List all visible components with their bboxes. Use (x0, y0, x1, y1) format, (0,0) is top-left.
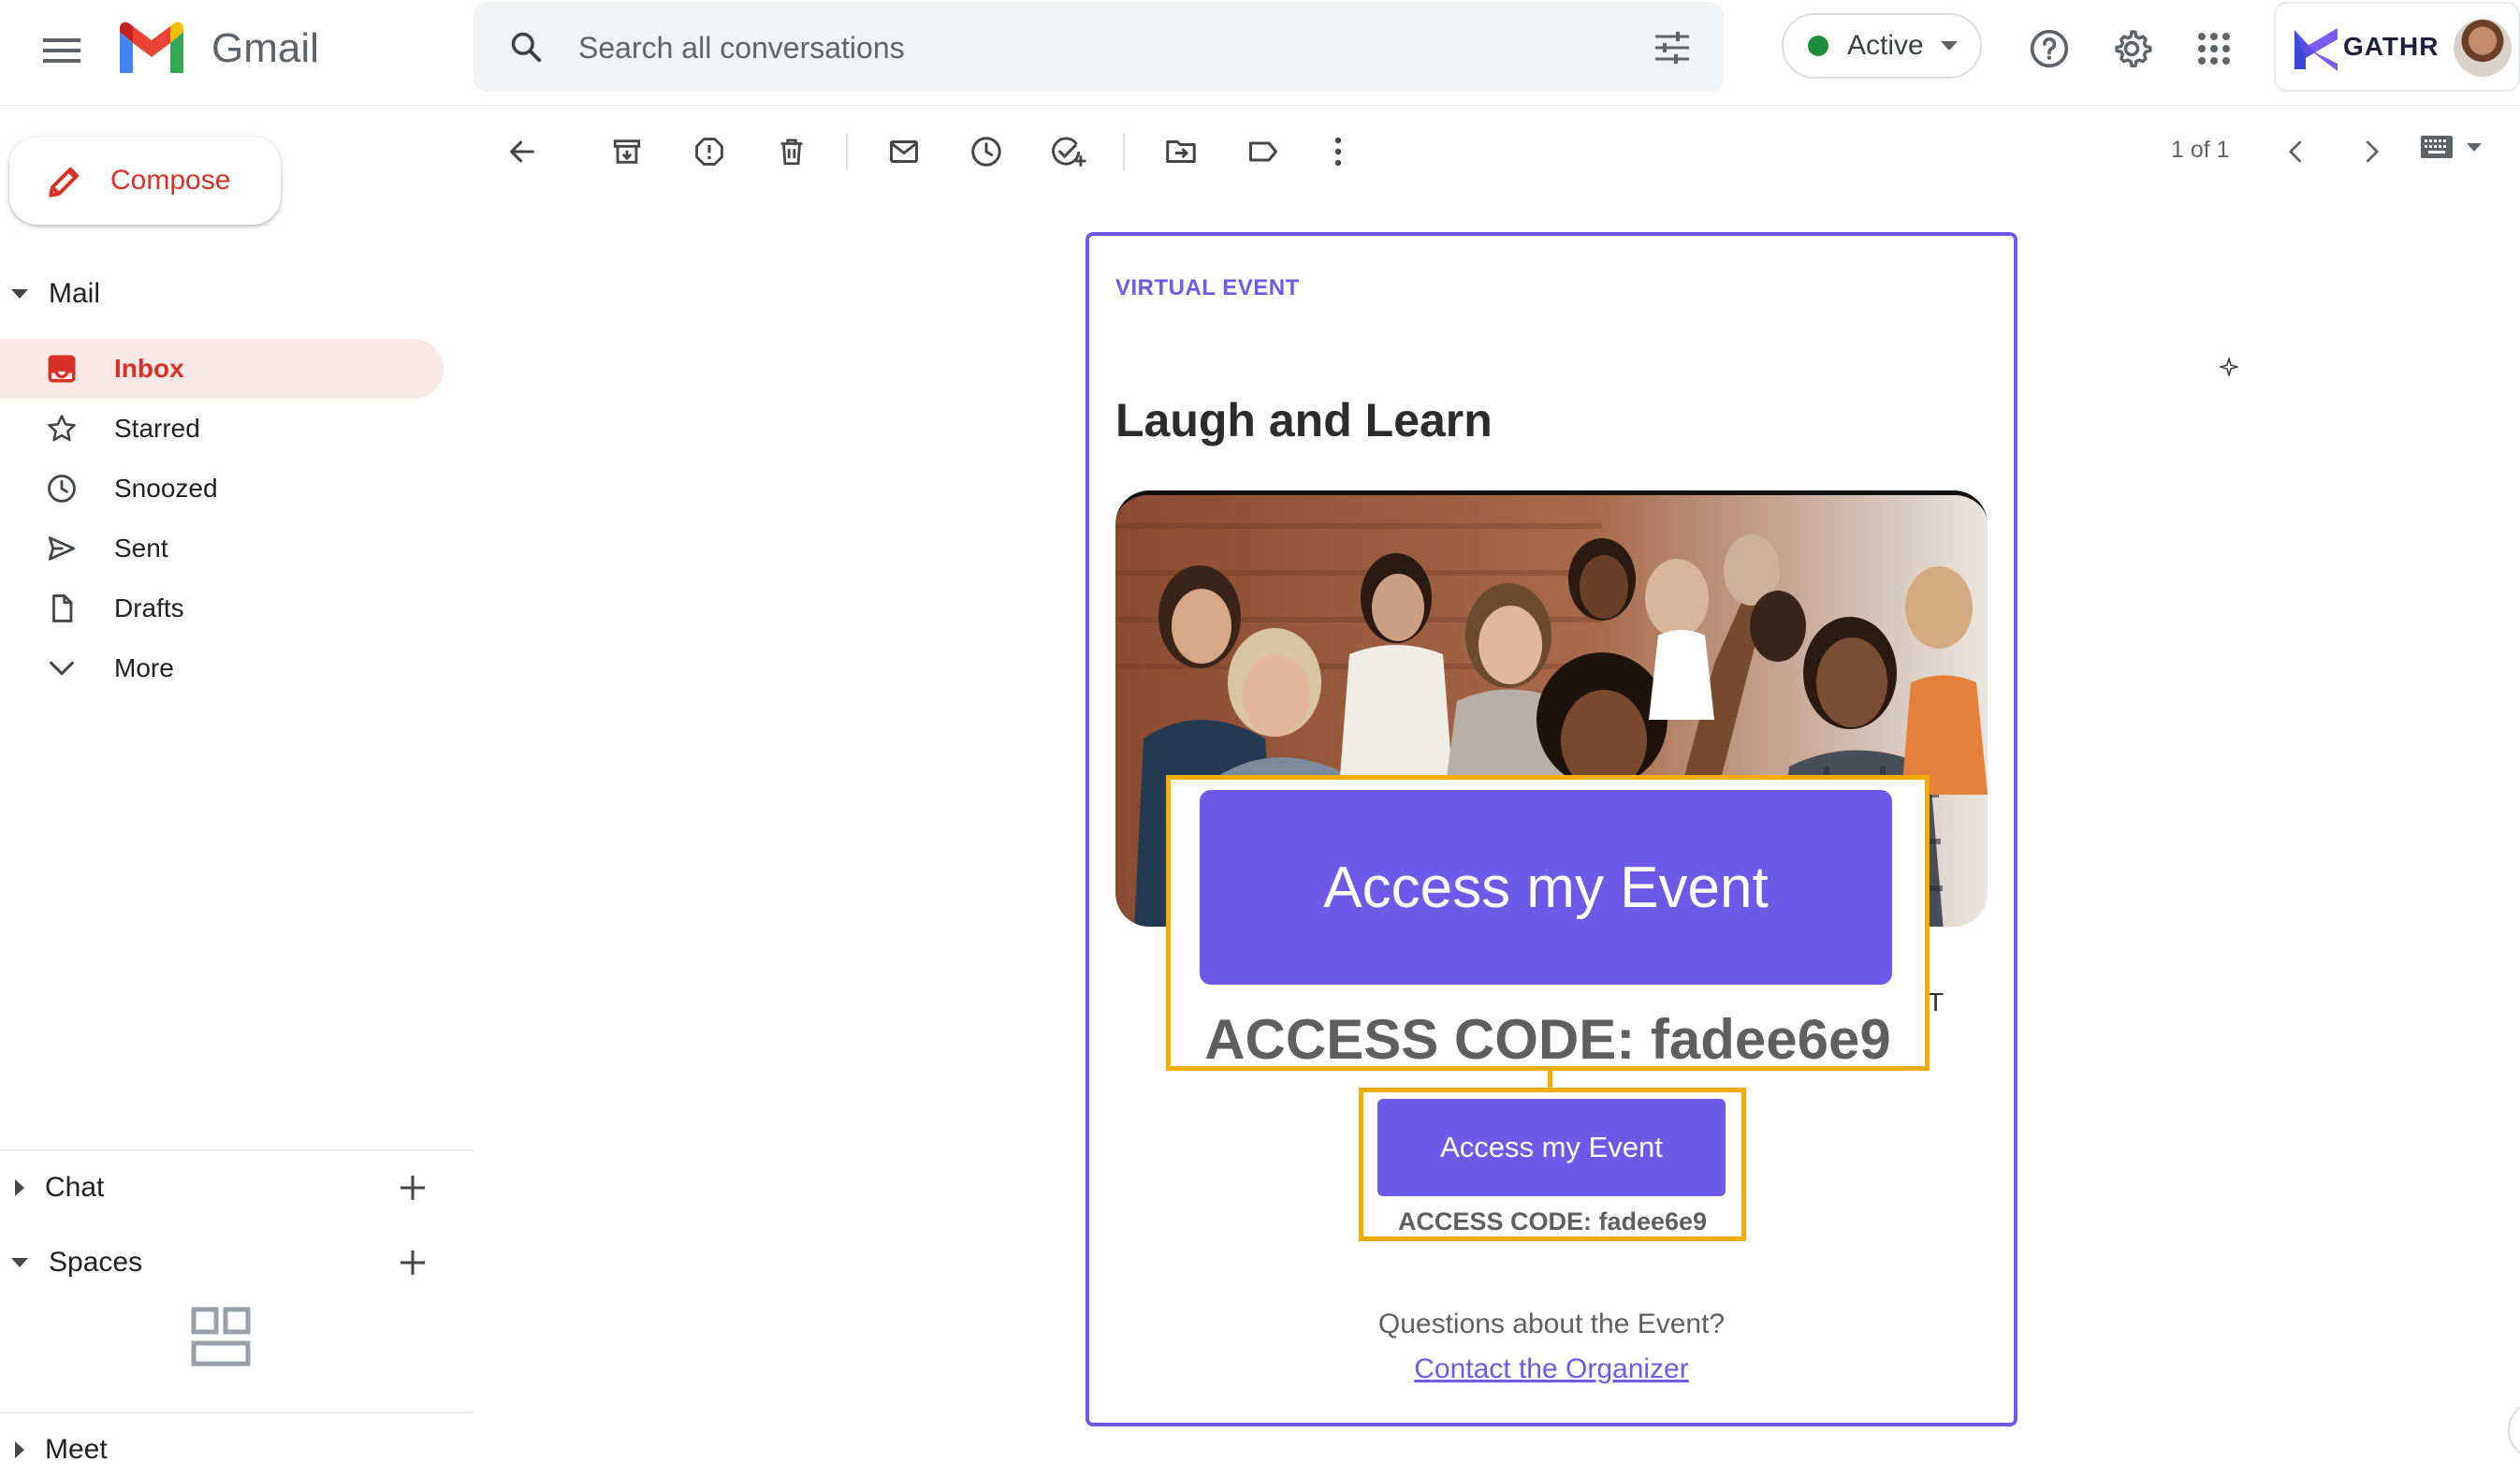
report-spam-icon[interactable] (685, 127, 734, 176)
send-icon (43, 530, 80, 567)
sidebar-item-inbox[interactable]: Inbox (0, 339, 444, 399)
sidebar-item-sent[interactable]: Sent (0, 519, 444, 578)
account-brand: GATHR (2343, 32, 2440, 61)
sidebar-item-label: Drafts (114, 593, 184, 622)
sidebar-item-label: Sent (114, 534, 168, 563)
add-task-icon[interactable] (1044, 127, 1093, 176)
sidebar-item-starred[interactable]: Starred (0, 399, 444, 459)
caret-down-icon (11, 1258, 28, 1267)
sidebar-divider (0, 1411, 473, 1413)
spaces-section-label: Spaces (49, 1247, 143, 1278)
event-type-label: VIRTUAL EVENT (1115, 275, 1300, 300)
help-icon[interactable] (2023, 22, 2076, 75)
toolbar-separator (846, 133, 848, 170)
sidebar-item-more[interactable]: More (0, 638, 444, 698)
pencil-icon (43, 158, 88, 203)
meet-section-toggle[interactable]: Meet (0, 1426, 108, 1473)
more-vert-icon[interactable] (1314, 127, 1362, 176)
menu-icon[interactable] (32, 21, 92, 80)
keyboard-icon[interactable] (2420, 135, 2482, 159)
gmail-logo-icon[interactable] (116, 21, 187, 77)
inbox-icon (43, 350, 80, 388)
move-to-icon[interactable] (1157, 127, 1205, 176)
back-arrow-icon[interactable] (498, 127, 546, 176)
access-event-button-zoomed[interactable]: Access my Event (1200, 790, 1892, 985)
sidebar-item-label: More (114, 653, 174, 682)
status-dot (1808, 36, 1828, 56)
questions-text: Questions about the Event? (1377, 1309, 1726, 1339)
spaces-empty-icon (191, 1307, 251, 1367)
meet-section-label: Meet (45, 1434, 108, 1465)
new-space-plus-icon[interactable] (389, 1239, 436, 1286)
access-code-zoomed: ACCESS CODE: fadee6e9 (1204, 1008, 1891, 1071)
side-panel-toggle[interactable] (2508, 1400, 2520, 1460)
compose-button[interactable]: Compose (9, 137, 281, 225)
caret-down-icon (2467, 142, 2482, 152)
caret-down-icon (1940, 41, 1958, 51)
snooze-icon[interactable] (962, 127, 1011, 176)
access-event-button[interactable]: Access my Event (1377, 1099, 1726, 1196)
delete-icon[interactable] (767, 127, 816, 176)
star-icon (43, 410, 80, 447)
archive-icon[interactable] (603, 127, 651, 176)
filter-options-icon[interactable] (1649, 24, 1696, 71)
chat-section-toggle[interactable]: Chat (0, 1164, 449, 1211)
mail-section-label: Mail (49, 278, 101, 309)
gathr-logo-icon (2293, 26, 2339, 73)
partial-text: T (1928, 987, 1945, 1016)
access-code: ACCESS CODE: fadee6e9 (1397, 1207, 1708, 1236)
mail-section-toggle[interactable]: Mail (0, 271, 100, 317)
mark-unread-icon[interactable] (880, 127, 928, 176)
app-name: Gmail (211, 25, 319, 71)
draft-icon (43, 590, 80, 627)
compose-label: Compose (110, 165, 231, 196)
caret-right-icon (15, 1441, 24, 1458)
sparkle-icon[interactable] (2220, 358, 2238, 376)
contact-organizer-link[interactable]: Contact the Organizer (1085, 1353, 2017, 1385)
sidebar-item-drafts[interactable]: Drafts (0, 578, 444, 638)
search-icon[interactable] (502, 22, 550, 71)
clock-icon (43, 470, 80, 507)
caret-down-icon (11, 289, 28, 299)
new-chat-plus-icon[interactable] (389, 1164, 436, 1211)
label-icon[interactable] (1239, 127, 1288, 176)
search-input[interactable] (576, 21, 1610, 75)
status-label: Active (1847, 30, 1924, 61)
sidebar-divider (0, 1149, 473, 1151)
apps-grid-icon[interactable] (2188, 22, 2240, 75)
gear-icon[interactable] (2105, 22, 2158, 75)
avatar[interactable] (2454, 19, 2512, 77)
pager-count: 1 of 1 (2171, 137, 2230, 163)
chevron-right-icon[interactable] (2347, 127, 2396, 176)
caret-right-icon (15, 1179, 24, 1196)
sidebar-item-label: Starred (114, 414, 200, 443)
spaces-section-toggle[interactable]: Spaces (0, 1239, 449, 1286)
chat-section-label: Chat (45, 1172, 105, 1203)
status-selector[interactable]: Active (1782, 13, 1982, 79)
sidebar-item-label: Inbox (114, 354, 184, 383)
sidebar-item-label: Snoozed (114, 474, 218, 503)
chevron-left-icon[interactable] (2272, 127, 2321, 176)
sidebar-item-snoozed[interactable]: Snoozed (0, 459, 444, 519)
toolbar-separator (1123, 133, 1125, 170)
event-title: Laugh and Learn (1115, 394, 1493, 446)
chevron-down-icon (43, 650, 80, 687)
